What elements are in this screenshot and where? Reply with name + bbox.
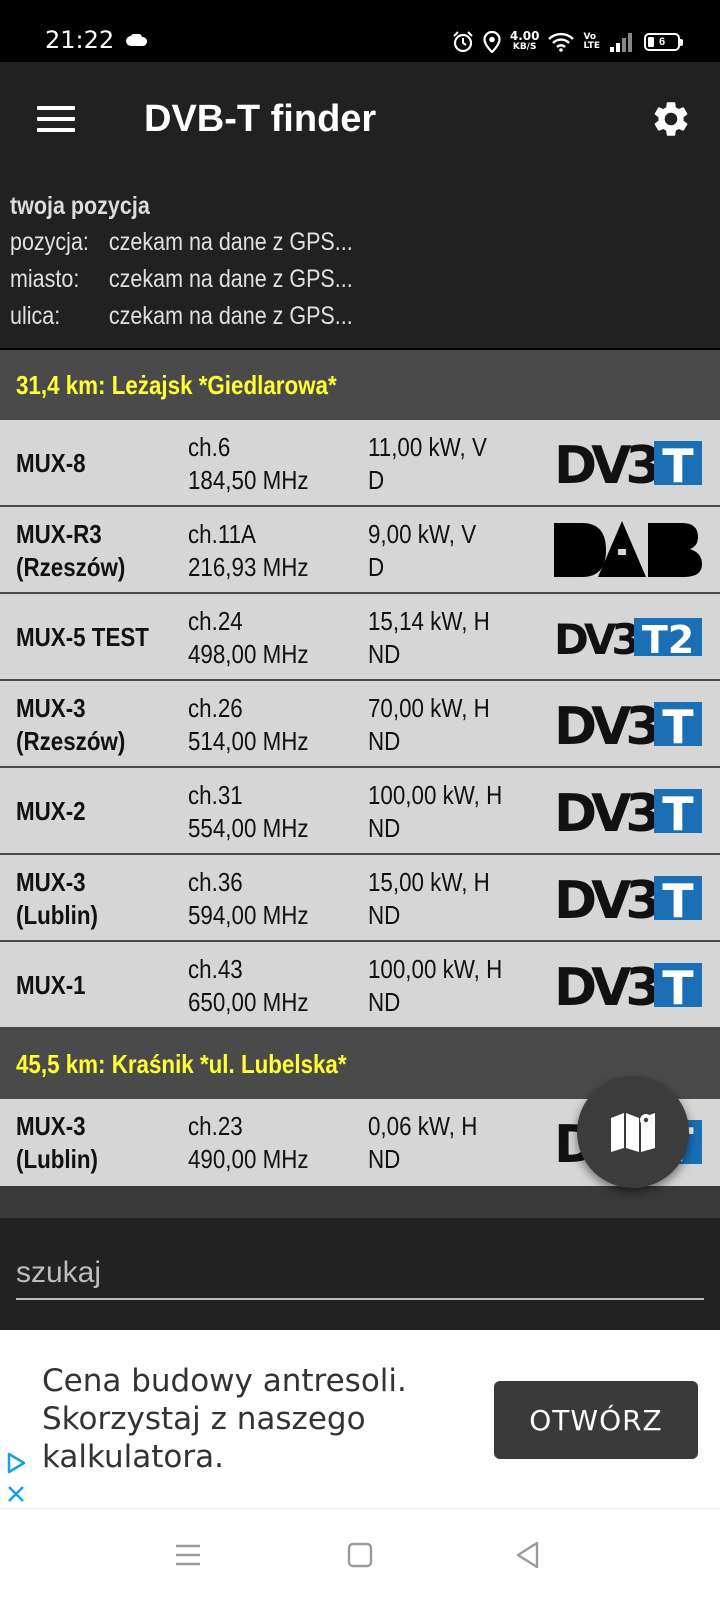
street-value: czekam na dane z GPS... [108, 302, 353, 330]
signal-icon [610, 33, 632, 52]
mux-row[interactable]: MUX-1 ch.43 650,00 MHz 100,00 kW, H ND DV3… [0, 942, 720, 1029]
position-label: pozycja: [10, 228, 89, 256]
ad-banner[interactable]: Cena budowy antresoli. Skorzystaj z nasz… [0, 1330, 720, 1508]
dvbt-logo-icon: DV3 T [554, 960, 702, 1010]
list-bottom-strip [0, 1186, 720, 1218]
location-icon [483, 31, 501, 53]
mux-channel: ch.43 650,00 MHz [188, 954, 309, 1017]
mux-channel: ch.11A 216,93 MHz [188, 519, 309, 582]
mux-channel: ch.36 594,00 MHz [188, 867, 309, 930]
mux-channel: ch.24 498,00 MHz [188, 606, 309, 669]
svg-text:DV3: DV3 [554, 616, 637, 658]
mux-channel: ch.26 514,00 MHz [188, 693, 309, 756]
svg-text:DV3: DV3 [554, 873, 658, 923]
search-input[interactable] [16, 1248, 704, 1300]
wifi-icon [548, 32, 575, 52]
hamburger-icon[interactable] [37, 106, 75, 132]
mux-name: MUX-1 [16, 970, 86, 1000]
status-time: 21:22 [45, 26, 115, 54]
transmitter-header[interactable]: 31,4 km: Leżajsk *Giedlarowa* [0, 350, 720, 420]
mux-name: MUX-8 [16, 448, 86, 478]
navigation-bar [0, 1508, 720, 1600]
dvbt-logo-icon: DV3 T [554, 699, 702, 749]
mux-row[interactable]: MUX-2 ch.31 554,00 MHz 100,00 kW, H ND DV3… [0, 768, 720, 855]
street-label: ulica: [10, 302, 61, 330]
svg-text:T2: T2 [642, 618, 694, 658]
mux-power: 15,00 kW, H ND [368, 867, 490, 930]
mux-channel: ch.6 184,50 MHz [188, 432, 309, 495]
cloud-icon [126, 34, 148, 46]
status-icons: 4.00 KB/S Vo LTE 6 [452, 28, 683, 56]
svg-text:T: T [662, 439, 694, 488]
mux-name: MUX-3 (Lublin) [16, 867, 98, 930]
mux-name: MUX-2 [16, 796, 86, 826]
status-bar: 21:22 4.00 KB/S Vo LTE 6 [0, 0, 720, 62]
svg-text:DV3: DV3 [554, 438, 658, 488]
svg-text:T: T [662, 874, 694, 923]
mux-name: MUX-5 TEST [16, 622, 149, 652]
mux-power: 15,14 kW, H ND [368, 606, 490, 669]
mux-channel: ch.31 554,00 MHz [188, 780, 309, 843]
mux-channel: ch.23 490,00 MHz [188, 1111, 309, 1174]
map-icon [611, 1113, 655, 1152]
gear-icon[interactable] [650, 98, 692, 140]
back-icon[interactable] [510, 1537, 546, 1573]
mux-row[interactable]: MUX-R3 (Rzeszów) ch.11A 216,93 MHz 9,00 kW… [0, 507, 720, 594]
dvbt-logo-icon: DV3 T [554, 438, 702, 488]
street-row: ulica: czekam na dane z GPS... [10, 302, 353, 331]
mux-row[interactable]: MUX-3 (Rzeszów) ch.26 514,00 MHz 70,00 kW,… [0, 681, 720, 768]
mux-power: 100,00 kW, H ND [368, 954, 503, 1017]
position-heading: twoja pozycja [10, 192, 150, 220]
dvbt2-logo-icon: DV3 T2 [554, 616, 702, 658]
ad-text: Cena budowy antresoli. Skorzystaj z nasz… [42, 1363, 407, 1475]
city-row: miasto: czekam na dane z GPS... [10, 265, 353, 294]
search-area [0, 1218, 720, 1330]
mux-name: MUX-R3 (Rzeszów) [16, 519, 126, 582]
home-icon[interactable] [342, 1537, 378, 1573]
map-button[interactable] [577, 1076, 689, 1188]
dab-logo-icon [554, 521, 702, 577]
recents-icon[interactable] [170, 1537, 206, 1573]
svg-text:T: T [662, 700, 694, 749]
volte-indicator: Vo LTE [583, 32, 600, 51]
svg-text:DV3: DV3 [554, 786, 658, 836]
mux-row[interactable]: MUX-5 TEST ch.24 498,00 MHz 15,14 kW, H ND… [0, 594, 720, 681]
app-bar: DVB-T finder [0, 62, 720, 174]
mux-row[interactable]: MUX-8 ch.6 184,50 MHz 11,00 kW, VD DV3 T [0, 420, 720, 507]
alarm-icon [453, 31, 473, 53]
dvbt-logo-icon: DV3 T [554, 873, 702, 923]
close-icon[interactable] [6, 1484, 26, 1504]
city-value: czekam na dane z GPS... [108, 265, 353, 293]
app-title: DVB-T finder [144, 98, 377, 140]
position-row: pozycja: czekam na dane z GPS... [10, 228, 353, 257]
mux-row[interactable]: MUX-3 (Lublin) ch.36 594,00 MHz 15,00 kW, … [0, 855, 720, 942]
battery-icon: 6 [644, 33, 683, 51]
position-value: czekam na dane z GPS... [108, 228, 353, 256]
position-panel: twoja pozycja pozycja: czekam na dane z G… [0, 174, 720, 349]
mux-power: 9,00 kW, VD [368, 519, 477, 582]
mux-name: MUX-3 (Lublin) [16, 1111, 98, 1174]
mux-power: 100,00 kW, H ND [368, 780, 503, 843]
svg-text:DV3: DV3 [554, 699, 658, 749]
network-speed: 4.00 KB/S [509, 29, 540, 52]
city-label: miasto: [10, 265, 80, 293]
mux-power: 0,06 kW, H ND [368, 1111, 478, 1174]
mux-power: 11,00 kW, VD [368, 432, 487, 495]
svg-text:DV3: DV3 [554, 960, 658, 1010]
mux-name: MUX-3 (Rzeszów) [16, 693, 126, 756]
mux-power: 70,00 kW, H ND [368, 693, 490, 756]
ad-open-button[interactable]: OTWÓRZ [494, 1381, 698, 1459]
dvbt-logo-icon: DV3 T [554, 786, 702, 836]
svg-text:T: T [662, 961, 694, 1010]
adchoices-play-icon[interactable] [6, 1452, 26, 1474]
svg-text:T: T [662, 787, 694, 836]
